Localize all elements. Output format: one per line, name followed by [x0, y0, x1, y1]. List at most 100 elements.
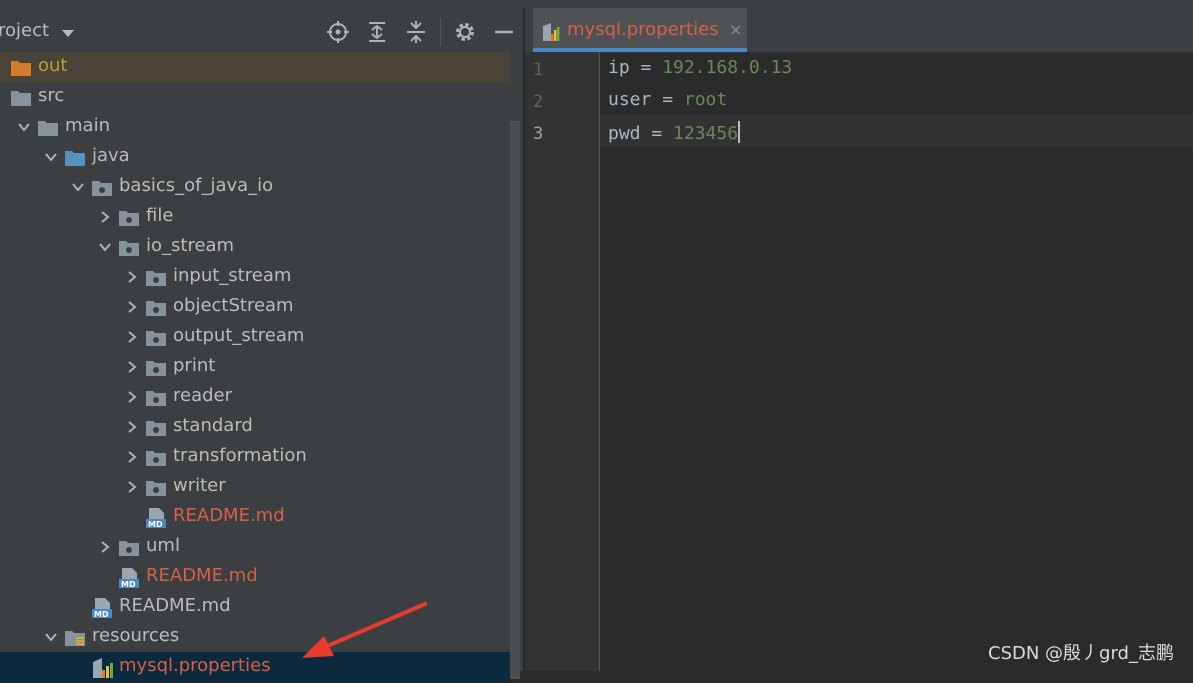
chevron-down-icon[interactable] — [71, 180, 85, 194]
property-separator: = — [651, 89, 684, 110]
package-icon — [145, 299, 167, 317]
chevron-down-icon[interactable] — [44, 150, 58, 164]
source-folder-icon — [64, 149, 86, 167]
package-icon — [145, 329, 167, 347]
tree-item-label: src — [38, 85, 65, 106]
chevron-right-icon[interactable] — [125, 390, 139, 404]
tree-item[interactable]: objectStream — [0, 292, 510, 322]
tree-item-label: README.md — [119, 595, 231, 616]
tree-item[interactable]: reader — [0, 382, 510, 412]
package-icon — [145, 479, 167, 497]
line-number: 2 — [533, 92, 544, 112]
tree-item-label: resources — [92, 625, 180, 646]
text-caret — [738, 121, 741, 143]
tree-item-label: print — [173, 355, 216, 376]
folder-icon — [37, 119, 59, 137]
tree-item-label: output_stream — [173, 325, 305, 346]
chevron-right-icon[interactable] — [125, 330, 139, 344]
code-line[interactable]: pwd = 123456 — [608, 121, 741, 144]
chevron-right-icon[interactable] — [125, 300, 139, 314]
package-icon — [145, 419, 167, 437]
chevron-down-icon[interactable] — [98, 240, 112, 254]
chevron-right-icon[interactable] — [125, 480, 139, 494]
tree-item-label: java — [92, 145, 130, 166]
tree-item[interactable]: input_stream — [0, 262, 510, 292]
tab-mysql-properties[interactable]: mysql.properties × — [533, 8, 747, 52]
tree-item-label: basics_of_java_io — [119, 175, 274, 196]
code-line[interactable]: ip = 192.168.0.13 — [608, 57, 792, 78]
line-number: 1 — [533, 60, 544, 80]
tree-item[interactable]: standard — [0, 412, 510, 442]
locate-icon[interactable] — [326, 20, 350, 44]
chevron-right-icon[interactable] — [125, 360, 139, 374]
minimize-icon[interactable] — [492, 20, 516, 44]
tree-item[interactable]: src — [0, 82, 510, 112]
markdown-file-icon: MD — [118, 567, 140, 589]
property-value: root — [683, 89, 728, 110]
markdown-file-icon: MD — [145, 507, 167, 529]
property-key: ip — [608, 57, 630, 78]
line-number: 3 — [533, 124, 544, 144]
property-key: pwd — [608, 123, 641, 144]
property-value: 123456 — [673, 123, 739, 144]
package-icon — [91, 179, 113, 197]
line-number-gutter[interactable]: 1 2 3 — [525, 52, 600, 671]
tree-item[interactable]: io_stream — [0, 232, 510, 262]
property-value: 192.168.0.13 — [662, 57, 793, 78]
package-icon — [145, 359, 167, 377]
tree-item[interactable]: output_stream — [0, 322, 510, 352]
folder-icon — [10, 59, 32, 77]
chevron-right-icon[interactable] — [125, 420, 139, 434]
package-icon — [145, 389, 167, 407]
chevron-down-icon[interactable] — [44, 630, 58, 644]
package-icon — [145, 269, 167, 287]
chevron-right-icon[interactable] — [125, 270, 139, 284]
tree-item[interactable]: MD README.md — [0, 562, 510, 592]
tree-item[interactable]: main — [0, 112, 510, 142]
tree-item-label: standard — [173, 415, 253, 436]
properties-file-icon — [91, 657, 113, 678]
tree-item[interactable]: uml — [0, 532, 510, 562]
tree-item[interactable]: java — [0, 142, 510, 172]
chevron-right-icon[interactable] — [98, 210, 112, 224]
tree-item-label: main — [65, 115, 110, 136]
tree-scrollbar[interactable] — [510, 121, 520, 679]
tree-item-label: uml — [146, 535, 180, 556]
property-separator: = — [640, 123, 674, 144]
expand-all-icon[interactable] — [365, 20, 389, 44]
svg-text:MD: MD — [121, 580, 136, 589]
tree-item-label: out — [38, 55, 68, 76]
tree-item-label: objectStream — [173, 295, 294, 316]
package-icon — [118, 209, 140, 227]
package-icon — [118, 539, 140, 557]
tree-item[interactable]: writer — [0, 472, 510, 502]
svg-text:MD: MD — [148, 520, 163, 529]
property-separator: = — [629, 57, 663, 78]
tree-item[interactable]: basics_of_java_io — [0, 172, 510, 202]
chevron-down-icon[interactable] — [17, 120, 31, 134]
tree-item-label: transformation — [173, 445, 307, 466]
tree-item[interactable]: file — [0, 202, 510, 232]
svg-text:MD: MD — [94, 610, 109, 619]
tree-item[interactable]: print — [0, 352, 510, 382]
resources-folder-icon — [64, 629, 86, 647]
chevron-down-icon[interactable] — [62, 30, 74, 37]
tree-item-label: io_stream — [146, 235, 235, 256]
project-panel: roject out src main java basics_of_java_… — [0, 8, 523, 682]
chevron-right-icon[interactable] — [98, 540, 112, 554]
collapse-all-icon[interactable] — [404, 20, 428, 44]
tree-item-label: mysql.properties — [119, 655, 271, 676]
tree-item[interactable]: transformation — [0, 442, 510, 472]
tree-item-label: README.md — [146, 565, 258, 586]
project-panel-title[interactable]: roject — [0, 20, 49, 41]
gear-icon[interactable] — [453, 20, 477, 44]
tree-item-label: README.md — [173, 505, 285, 526]
close-icon[interactable]: × — [729, 20, 742, 39]
tree-item[interactable]: MD README.md — [0, 502, 510, 532]
toolbar-separator — [440, 18, 441, 46]
tree-item-label: writer — [173, 475, 226, 496]
project-panel-header: roject — [0, 8, 523, 52]
code-line[interactable]: user = root — [608, 89, 727, 110]
chevron-right-icon[interactable] — [125, 450, 139, 464]
tree-item[interactable]: out — [0, 52, 510, 82]
